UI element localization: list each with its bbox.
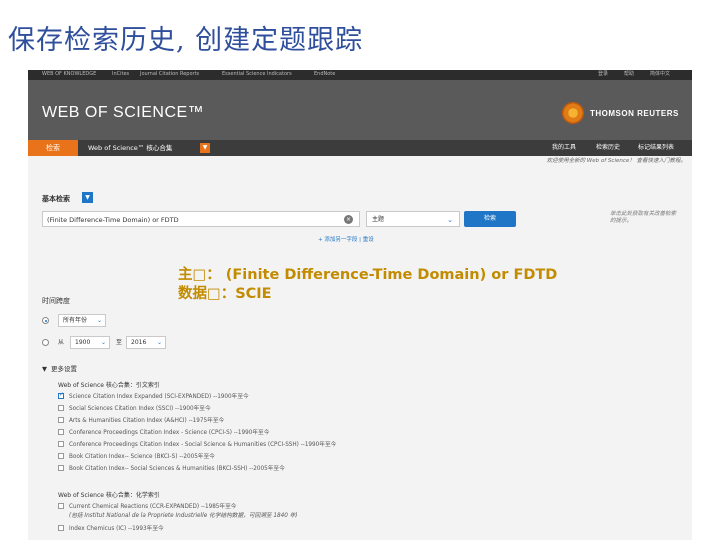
publisher-name: THOMSON REUTERS [590, 109, 679, 118]
checkbox[interactable] [58, 404, 64, 411]
index-label: Conference Proceedings Citation Index - … [69, 430, 270, 436]
nav-marked-list[interactable]: 标记结果列表 [638, 140, 674, 156]
checkbox[interactable] [58, 464, 64, 471]
index-ccr-expanded[interactable]: Current Chemical Reactions (CCR-EXPANDED… [58, 502, 237, 511]
brand-header: WEB OF SCIENCE™ THOMSON REUTERS [28, 80, 692, 140]
topbar-link-endnote[interactable]: EndNote [314, 72, 335, 77]
index-label: Conference Proceedings Citation Index - … [69, 442, 337, 448]
index-label: Book Citation Index-- Science (BKCI-S) -… [69, 454, 215, 460]
radio-year-range[interactable] [42, 339, 49, 346]
topbar-link-jcr[interactable]: Journal Citation Reports [140, 72, 199, 77]
topbar-link-esi[interactable]: Essential Science Indicators [222, 72, 292, 77]
triangle-down-icon: ▼ [42, 365, 47, 373]
checkbox[interactable] [58, 502, 64, 509]
timespan-label: 时间跨度 [42, 297, 70, 305]
index-label: Social Sciences Citation Index (SSCI) --… [69, 406, 211, 412]
chevron-down-icon[interactable]: ▼ [82, 192, 93, 203]
search-tip[interactable]: 单击此处获取有关改善检索的提示。 [610, 211, 680, 225]
index-bkci-ssh[interactable]: Book Citation Index-- Social Sciences & … [58, 464, 285, 473]
index-label: Arts & Humanities Citation Index (A&HCI)… [69, 418, 225, 424]
chevron-down-icon[interactable]: ▼ [200, 143, 210, 153]
citation-index-heading: Web of Science 核心合集：引文索引 [58, 382, 160, 389]
chevron-down-icon: ⌄ [447, 216, 453, 224]
checkbox[interactable] [58, 428, 64, 435]
field-select[interactable]: 主题 ⌄ [366, 211, 460, 227]
main-nav: 检索 Web of Science™ 核心合集 ▼ 我的工具 检索历史 标记结果… [28, 140, 692, 156]
index-label: Current Chemical Reactions (CCR-EXPANDED… [69, 504, 237, 510]
welcome-message[interactable]: 欢迎使用全新的 Web of Science！ 查看快速入门教程。 [547, 156, 686, 164]
chemical-index-heading: Web of Science 核心合集：化学索引 [58, 492, 160, 499]
topbar-link-login[interactable]: 登录 [598, 72, 608, 77]
thomson-reuters-logo-icon [562, 102, 584, 124]
search-button[interactable]: 检索 [464, 211, 516, 227]
index-cpci-ssh[interactable]: Conference Proceedings Citation Index - … [58, 440, 337, 449]
topbar-link-language[interactable]: 简体中文 [650, 72, 670, 77]
index-label: Book Citation Index-- Social Sciences & … [69, 466, 285, 472]
from-label: 从 [58, 339, 65, 346]
checkbox[interactable] [58, 440, 64, 447]
from-year-value: 1900 [75, 339, 91, 346]
topbar-link-help[interactable]: 帮助 [624, 72, 634, 77]
add-field-link[interactable]: + 添加另一字段 | 重设 [318, 235, 374, 243]
index-sci-expanded[interactable]: Science Citation Index Expanded (SCI-EXP… [58, 391, 249, 401]
more-settings-toggle[interactable]: ▼ 更多设置 [42, 363, 77, 373]
annotation-database: 数据□：SCIE [178, 286, 272, 302]
annotation-overlay: 主□： (Finite Difference-Time Domain) or F… [178, 266, 557, 304]
index-cpci-s[interactable]: Conference Proceedings Citation Index - … [58, 428, 270, 437]
nav-my-tools[interactable]: 我的工具 [552, 140, 576, 156]
to-year-select[interactable]: 2016 ⌄ [126, 336, 166, 349]
field-select-value: 主题 [372, 216, 385, 223]
chevron-down-icon: ⌄ [100, 339, 106, 346]
annotation-topic: 主□： (Finite Difference-Time Domain) or F… [178, 267, 558, 283]
basic-search-label: 基本检索 [42, 195, 70, 203]
topbar-link-incites[interactable]: InCites [112, 72, 129, 77]
clear-icon[interactable]: × [344, 215, 353, 224]
nav-search-history[interactable]: 检索历史 [596, 140, 620, 156]
top-bar: WEB OF KNOWLEDGE InCites Journal Citatio… [28, 70, 692, 80]
index-ic[interactable]: Index Chemicus (IC) --1993年至今 [58, 524, 164, 533]
slide-title: 保存检索历史, 创建定题跟踪 [8, 25, 364, 56]
all-years-value: 所有年份 [63, 317, 88, 324]
chevron-down-icon: ⌄ [96, 317, 102, 324]
index-note: (包括 Institut National de la Propriete In… [69, 513, 298, 519]
more-settings-label: 更多设置 [51, 365, 77, 373]
index-label: Science Citation Index Expanded (SCI-EXP… [69, 394, 249, 400]
to-year-value: 2016 [131, 339, 147, 346]
search-input[interactable]: (Finite Difference-Time Domain) or FDTD [42, 211, 360, 227]
topbar-link-wok[interactable]: WEB OF KNOWLEDGE [42, 72, 96, 77]
tab-core-collection[interactable]: Web of Science™ 核心合集 [88, 140, 172, 156]
index-ssci[interactable]: Social Sciences Citation Index (SSCI) --… [58, 404, 211, 413]
to-label: 至 [116, 339, 123, 346]
screenshot-panel: WEB OF KNOWLEDGE InCites Journal Citatio… [28, 70, 692, 540]
wos-logo[interactable]: WEB OF SCIENCE™ [42, 104, 204, 122]
checkbox[interactable] [58, 452, 64, 459]
radio-all-years[interactable] [42, 317, 49, 324]
checkbox[interactable] [58, 524, 64, 531]
checkbox[interactable] [58, 416, 64, 423]
all-years-select[interactable]: 所有年份 ⌄ [58, 314, 106, 327]
checkbox[interactable] [58, 391, 64, 399]
index-ahci[interactable]: Arts & Humanities Citation Index (A&HCI)… [58, 416, 225, 425]
tab-search[interactable]: 检索 [28, 140, 78, 156]
from-year-select[interactable]: 1900 ⌄ [70, 336, 110, 349]
index-bkci-s[interactable]: Book Citation Index-- Science (BKCI-S) -… [58, 452, 215, 461]
index-label: Index Chemicus (IC) --1993年至今 [69, 526, 164, 532]
chevron-down-icon: ⌄ [156, 339, 162, 346]
